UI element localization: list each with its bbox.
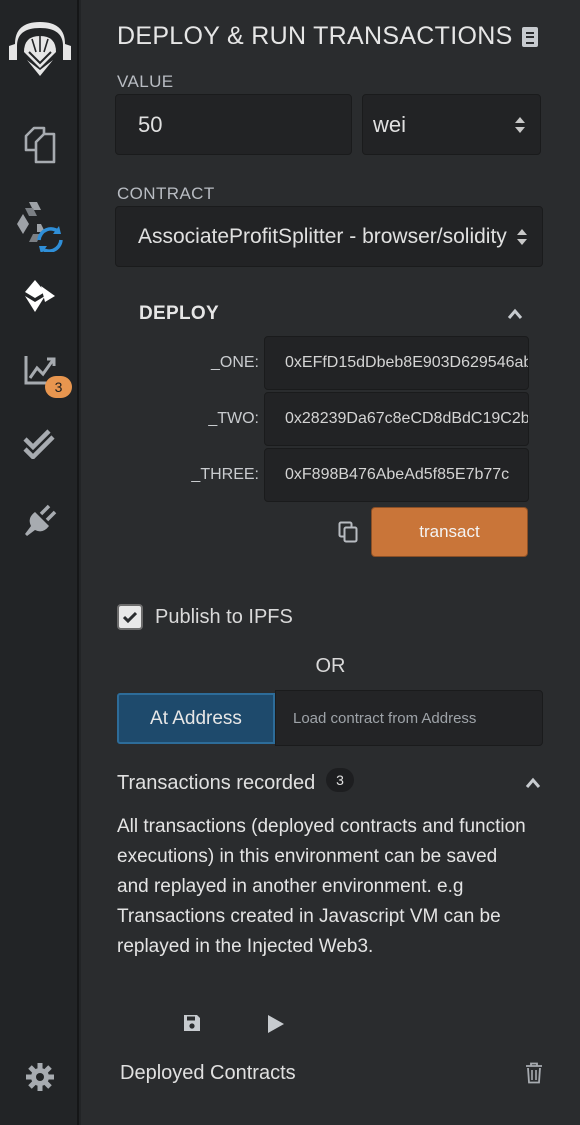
arg-label-two: _TWO: xyxy=(208,410,259,427)
file-explorer-icon[interactable] xyxy=(0,122,79,168)
run-scenario-icon[interactable] xyxy=(267,1014,285,1039)
arg-input-one[interactable]: 0xEFfD15dDbeb8E903D629546ab1a1 xyxy=(264,336,529,390)
deploy-run-icon[interactable] xyxy=(0,276,79,316)
trash-icon[interactable] xyxy=(525,1062,543,1089)
icon-sidebar: 3 xyxy=(0,0,79,1125)
deployed-contracts-title: Deployed Contracts xyxy=(120,1062,296,1084)
solidity-compiler-icon[interactable] xyxy=(0,200,79,252)
address-input[interactable]: Load contract from Address xyxy=(275,690,543,746)
documentation-icon[interactable] xyxy=(521,26,539,53)
deploy-title: DEPLOY xyxy=(139,303,219,324)
remix-logo-icon[interactable] xyxy=(0,14,79,84)
publish-ipfs-label: Publish to IPFS xyxy=(155,606,293,628)
contract-label: CONTRACT xyxy=(117,184,215,203)
or-divider: OR xyxy=(315,655,346,677)
panel-title: DEPLOY & RUN TRANSACTIONS xyxy=(117,22,513,50)
unit-select-value: wei xyxy=(373,111,407,137)
collapse-deploy-icon[interactable] xyxy=(507,307,523,325)
settings-icon[interactable] xyxy=(0,1060,79,1094)
deploy-run-panel: DEPLOY & RUN TRANSACTIONS VALUE 50 wei C… xyxy=(81,0,580,1125)
transactions-count-badge: 3 xyxy=(326,768,354,792)
transact-button[interactable]: transact xyxy=(371,507,528,557)
arg-input-two[interactable]: 0x28239Da67c8eCD8dBdC19C2b xyxy=(264,392,529,446)
contract-select[interactable]: AssociateProfitSplitter - browser/solidi… xyxy=(115,206,543,267)
analysis-badge: 3 xyxy=(45,376,72,398)
checkmark-icon xyxy=(123,611,137,623)
select-arrows-icon xyxy=(514,115,526,141)
unit-select[interactable]: wei xyxy=(362,94,541,155)
value-label: VALUE xyxy=(117,72,174,91)
collapse-transactions-icon[interactable] xyxy=(525,776,541,794)
transactions-description: All transactions (deployed contracts and… xyxy=(117,816,526,957)
arg-label-three: _THREE: xyxy=(191,466,259,483)
transactions-recorded-title: Transactions recorded xyxy=(117,772,316,794)
select-arrows-icon xyxy=(516,227,528,253)
arg-label-one: _ONE: xyxy=(210,354,259,371)
at-address-button[interactable]: At Address xyxy=(117,693,275,744)
arg-input-three[interactable]: 0xF898B476AbeAd5f85E7b77c xyxy=(264,448,529,502)
copy-calldata-icon[interactable] xyxy=(338,521,358,548)
testing-icon[interactable] xyxy=(0,426,79,462)
save-scenario-icon[interactable] xyxy=(183,1014,201,1037)
contract-select-value: AssociateProfitSplitter - browser/solidi… xyxy=(138,224,507,248)
plugin-manager-icon[interactable] xyxy=(0,500,79,540)
publish-ipfs-checkbox[interactable] xyxy=(117,604,143,630)
value-input[interactable]: 50 xyxy=(115,94,352,155)
